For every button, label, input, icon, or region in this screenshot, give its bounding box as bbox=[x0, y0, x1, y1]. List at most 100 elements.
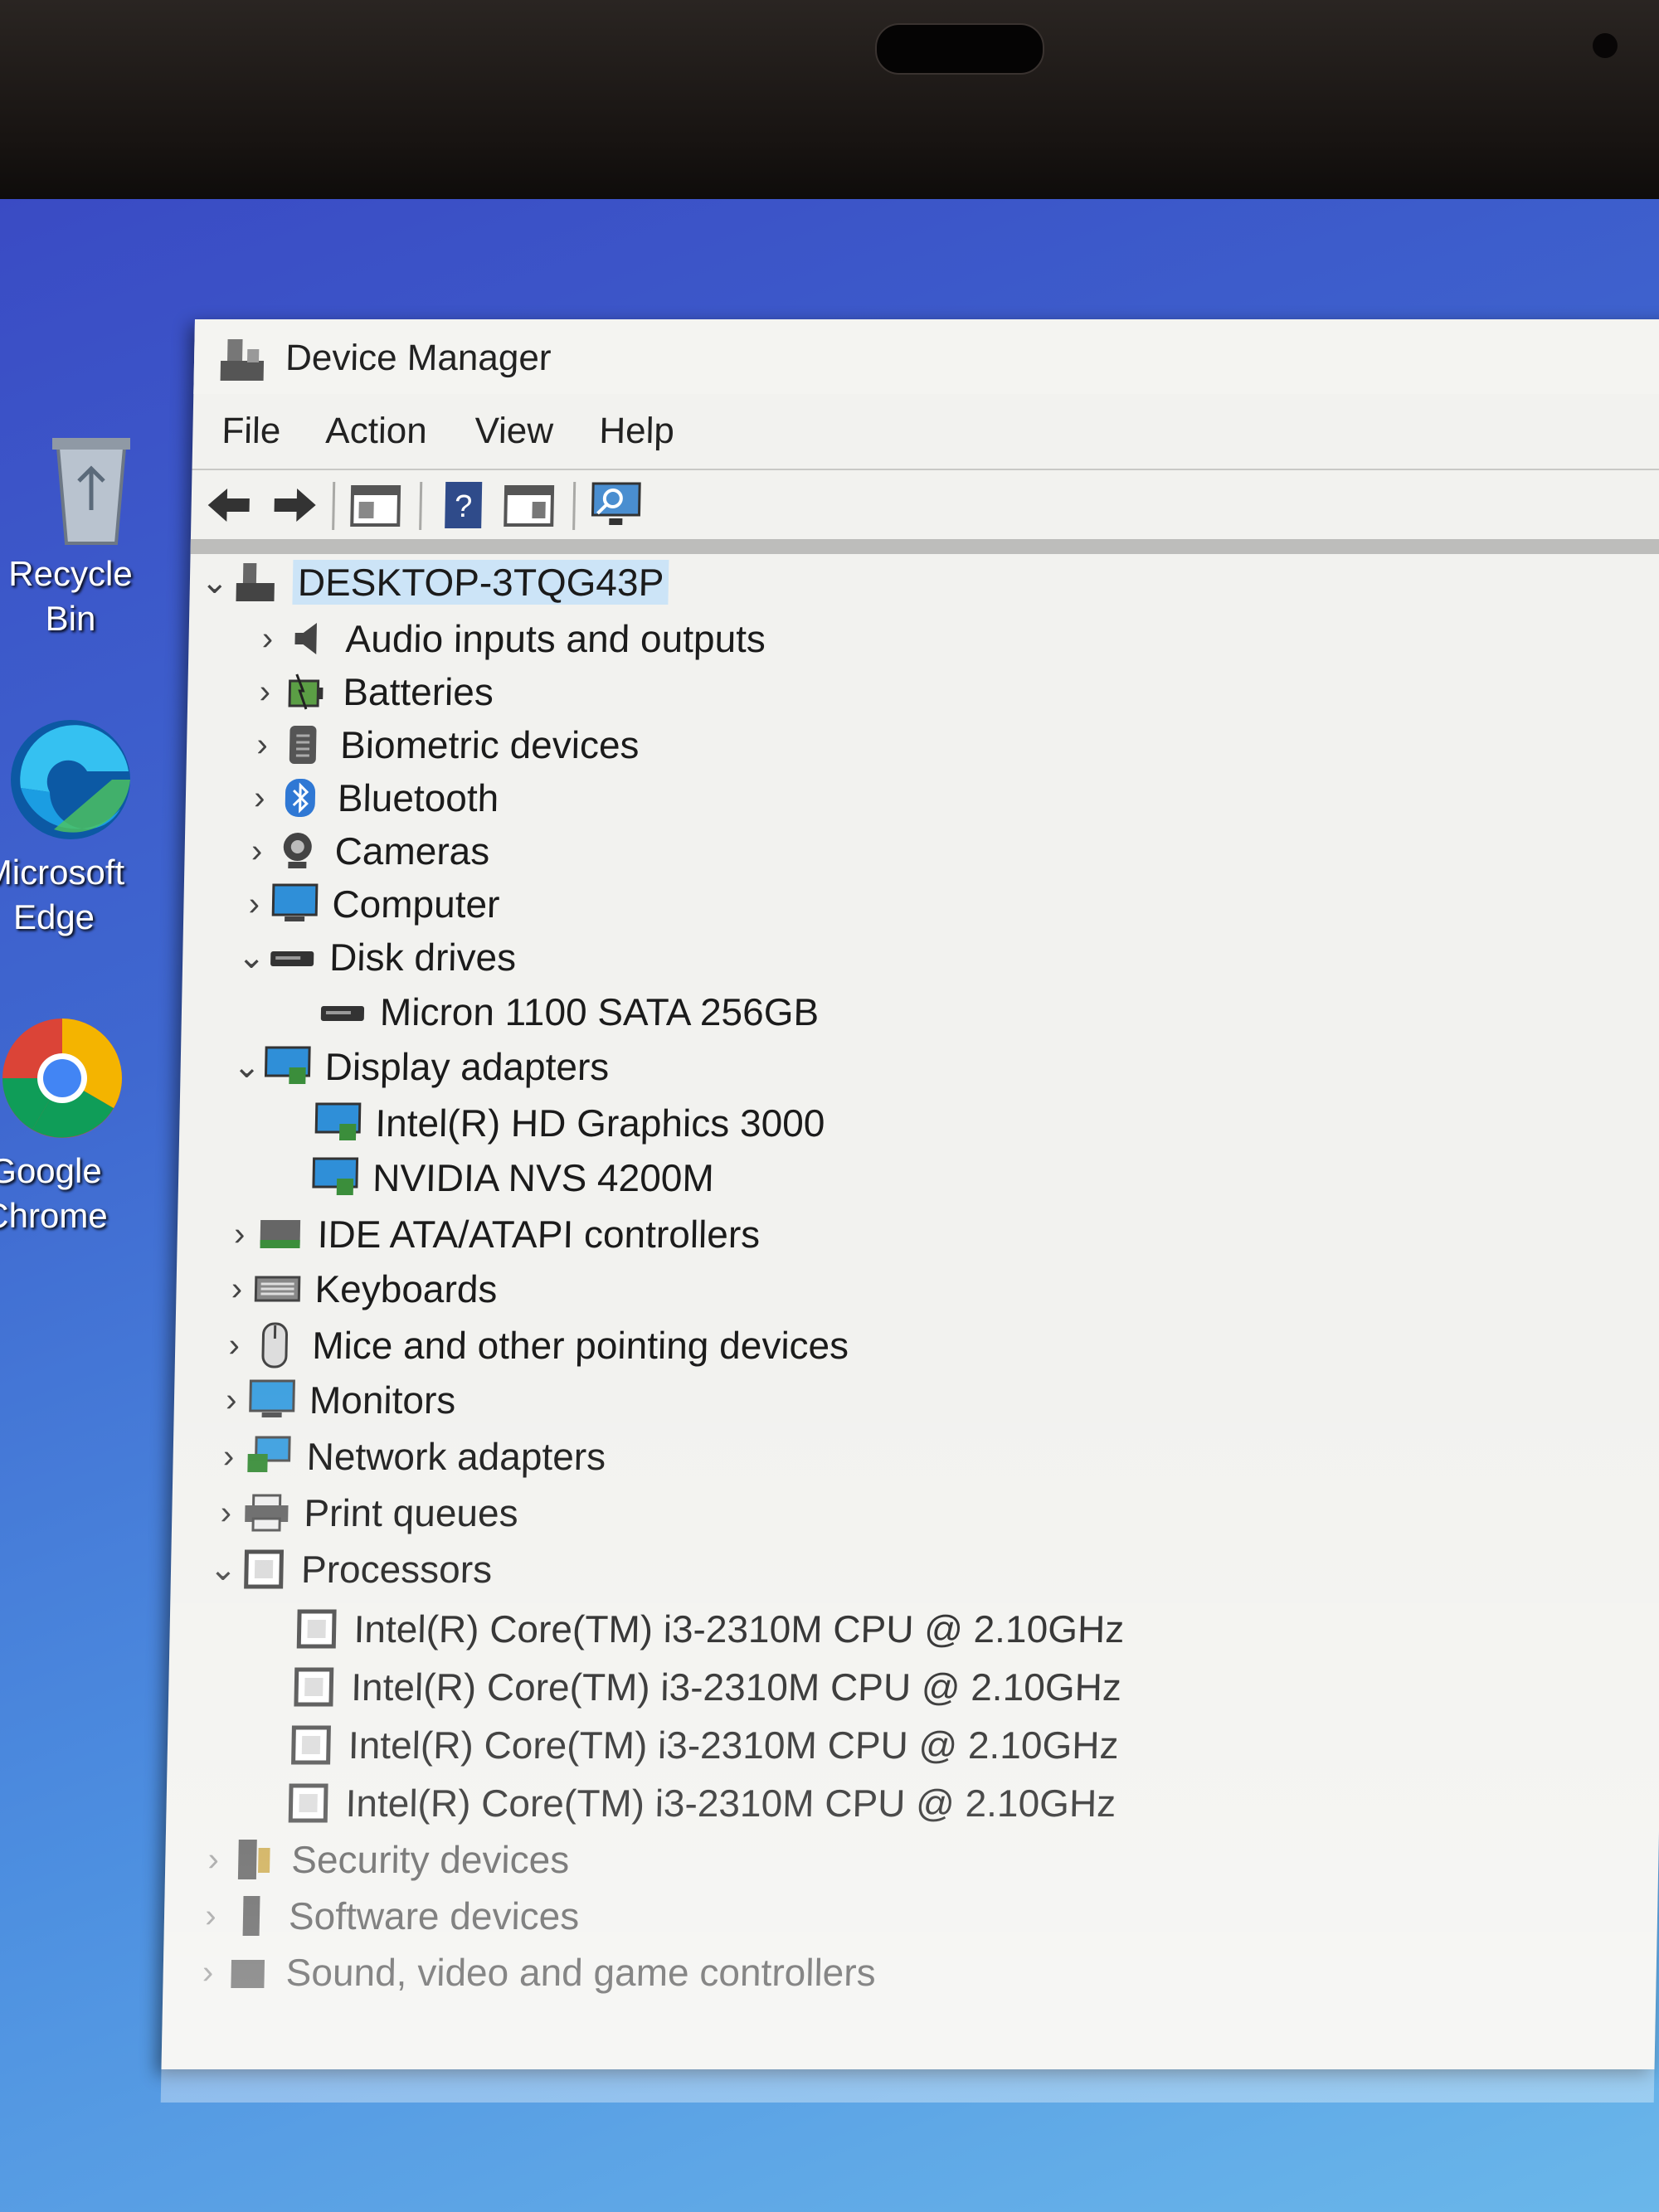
tree-item-display-adapters[interactable]: ⌄ Display adapters bbox=[230, 1040, 610, 1093]
tree-item-mice[interactable]: › Mice and other pointing devices bbox=[217, 1319, 849, 1372]
chevron-down-icon[interactable]: ⌄ bbox=[230, 1048, 264, 1086]
security-icon bbox=[230, 1839, 279, 1880]
monitor-icon bbox=[248, 1379, 297, 1421]
chevron-right-icon[interactable]: › bbox=[251, 620, 285, 658]
tree-item-network[interactable]: › Network adapters bbox=[212, 1430, 606, 1483]
chevron-right-icon[interactable]: › bbox=[248, 673, 282, 711]
tree-child-label: Intel(R) HD Graphics 3000 bbox=[374, 1101, 825, 1145]
tree-item-print-queues[interactable]: › Print queues bbox=[209, 1486, 519, 1539]
tree-child-processor[interactable]: Intel(R) Core(TM) i3-2310M CPU @ 2.10GHz bbox=[259, 1602, 1125, 1655]
desktop-icon-recycle-bin[interactable]: Recycle Bin bbox=[0, 431, 158, 641]
tree-item-biometric[interactable]: › Biometric devices bbox=[246, 718, 640, 771]
monitor-icon bbox=[270, 883, 319, 925]
tree-item-label: Print queues bbox=[303, 1491, 519, 1534]
desktop-icon-edge[interactable]: Microsoft Edge bbox=[0, 713, 141, 940]
tree-item-monitors[interactable]: › Monitors bbox=[214, 1373, 456, 1427]
menu-action[interactable]: Action bbox=[325, 411, 427, 452]
tree-root[interactable]: ⌄ DESKTOP-3TQG43P bbox=[197, 556, 669, 609]
desktop-icon-label: Microsoft bbox=[0, 853, 125, 892]
processor-icon bbox=[289, 1666, 338, 1708]
menu-file[interactable]: File bbox=[221, 411, 281, 452]
tree-child-processor[interactable]: Intel(R) Core(TM) i3-2310M CPU @ 2.10GHz bbox=[253, 1719, 1119, 1772]
chevron-right-icon[interactable]: › bbox=[191, 1954, 225, 1991]
tree-item-ide[interactable]: › IDE ATA/ATAPI controllers bbox=[222, 1208, 761, 1261]
pane-divider bbox=[190, 539, 1659, 554]
desktop-icon-label: Chrome bbox=[0, 1196, 108, 1235]
recycle-bin-icon bbox=[52, 438, 130, 545]
tree-child-label: NVIDIA NVS 4200M bbox=[372, 1156, 715, 1199]
processor-icon bbox=[284, 1782, 333, 1824]
chevron-right-icon[interactable]: › bbox=[220, 1271, 254, 1308]
help-icon[interactable]: ? bbox=[440, 480, 487, 530]
processor-icon bbox=[292, 1608, 341, 1650]
show-hide-console-tree-icon[interactable] bbox=[502, 480, 556, 530]
menu-help[interactable]: Help bbox=[599, 411, 674, 452]
chevron-right-icon[interactable]: › bbox=[240, 833, 274, 870]
tree-item-label: Security devices bbox=[290, 1838, 570, 1881]
title-bar[interactable]: Device Manager bbox=[193, 319, 1659, 394]
tree-item-label: Sound, video and game controllers bbox=[285, 1951, 877, 1994]
tree-item-audio[interactable]: › Audio inputs and outputs bbox=[251, 612, 766, 665]
keyboard-icon bbox=[253, 1268, 302, 1310]
display-adapter-icon bbox=[311, 1157, 360, 1198]
tree-item-computer[interactable]: › Computer bbox=[237, 878, 500, 931]
tree-item-label: IDE ATA/ATAPI controllers bbox=[317, 1213, 761, 1256]
desktop-icon-label: Google bbox=[0, 1151, 102, 1190]
processor-icon bbox=[287, 1724, 336, 1766]
camera-icon bbox=[273, 830, 322, 872]
tree-item-disk-drives[interactable]: ⌄ Disk drives bbox=[235, 931, 517, 984]
tree-item-label: Display adapters bbox=[324, 1045, 610, 1088]
chevron-down-icon[interactable]: ⌄ bbox=[207, 1550, 241, 1588]
tree-child-disk[interactable]: Micron 1100 SATA 256GB bbox=[285, 985, 820, 1038]
chevron-right-icon[interactable]: › bbox=[212, 1438, 246, 1475]
tree-item-label: Processors bbox=[300, 1548, 493, 1591]
network-icon bbox=[245, 1436, 294, 1477]
tree-item-cameras[interactable]: › Cameras bbox=[240, 824, 490, 878]
chevron-right-icon[interactable]: › bbox=[242, 780, 276, 817]
back-arrow-icon[interactable] bbox=[203, 480, 254, 530]
chevron-right-icon[interactable]: › bbox=[222, 1216, 256, 1253]
chevron-right-icon[interactable]: › bbox=[215, 1382, 249, 1419]
menu-view[interactable]: View bbox=[474, 411, 554, 452]
tree-child-display[interactable]: NVIDIA NVS 4200M bbox=[278, 1151, 715, 1204]
tree-item-batteries[interactable]: › Batteries bbox=[248, 665, 494, 718]
chevron-right-icon[interactable]: › bbox=[194, 1898, 228, 1935]
menu-bar: File Action View Help bbox=[192, 402, 1659, 460]
chevron-right-icon[interactable]: › bbox=[246, 727, 280, 764]
desktop-icon-label: Edge bbox=[12, 897, 95, 936]
tree-item-sound[interactable]: › Sound, video and game controllers bbox=[191, 1946, 876, 1999]
tree-child-processor[interactable]: Intel(R) Core(TM) i3-2310M CPU @ 2.10GHz bbox=[256, 1660, 1122, 1714]
toolbar-separator bbox=[332, 482, 336, 530]
toolbar: ? bbox=[190, 469, 1659, 541]
chevron-down-icon[interactable]: ⌄ bbox=[235, 938, 269, 976]
tree-item-bluetooth[interactable]: › Bluetooth bbox=[242, 771, 499, 824]
tree-item-processors[interactable]: ⌄ Processors bbox=[206, 1543, 493, 1596]
speaker-icon bbox=[284, 618, 333, 659]
chevron-down-icon[interactable]: ⌄ bbox=[197, 563, 231, 601]
chevron-right-icon[interactable]: › bbox=[217, 1327, 251, 1364]
tree-item-keyboards[interactable]: › Keyboards bbox=[220, 1262, 498, 1315]
device-manager-icon bbox=[220, 339, 265, 381]
scan-hardware-icon[interactable] bbox=[589, 480, 643, 530]
chevron-right-icon[interactable]: › bbox=[197, 1841, 231, 1879]
chevron-right-icon[interactable]: › bbox=[209, 1495, 243, 1532]
tree-item-label: Batteries bbox=[342, 670, 494, 713]
tree-child-processor[interactable]: Intel(R) Core(TM) i3-2310M CPU @ 2.10GHz bbox=[251, 1777, 1117, 1830]
forward-arrow-icon[interactable] bbox=[270, 480, 320, 530]
tree-item-software[interactable]: › Software devices bbox=[193, 1889, 580, 1942]
tree-item-label: Monitors bbox=[309, 1378, 456, 1422]
tree-item-security[interactable]: › Security devices bbox=[197, 1833, 570, 1886]
tree-item-label: Software devices bbox=[288, 1894, 580, 1937]
fingerprint-icon bbox=[279, 724, 328, 766]
desktop-icon-chrome[interactable]: Google Chrome bbox=[0, 1012, 133, 1238]
chevron-right-icon[interactable]: › bbox=[237, 886, 271, 923]
tree-item-label: Bluetooth bbox=[337, 776, 499, 819]
tree-child-display[interactable]: Intel(R) HD Graphics 3000 bbox=[280, 1096, 825, 1150]
desktop-icon-label: Recycle Bin bbox=[8, 554, 133, 638]
processor-icon bbox=[240, 1548, 289, 1590]
tree-root-label: DESKTOP-3TQG43P bbox=[292, 560, 669, 605]
mouse-icon bbox=[251, 1322, 299, 1369]
tree-child-label: Intel(R) Core(TM) i3-2310M CPU @ 2.10GHz bbox=[353, 1607, 1125, 1650]
properties-icon[interactable] bbox=[348, 480, 402, 530]
tree-child-label: Intel(R) Core(TM) i3-2310M CPU @ 2.10GHz bbox=[345, 1782, 1117, 1825]
